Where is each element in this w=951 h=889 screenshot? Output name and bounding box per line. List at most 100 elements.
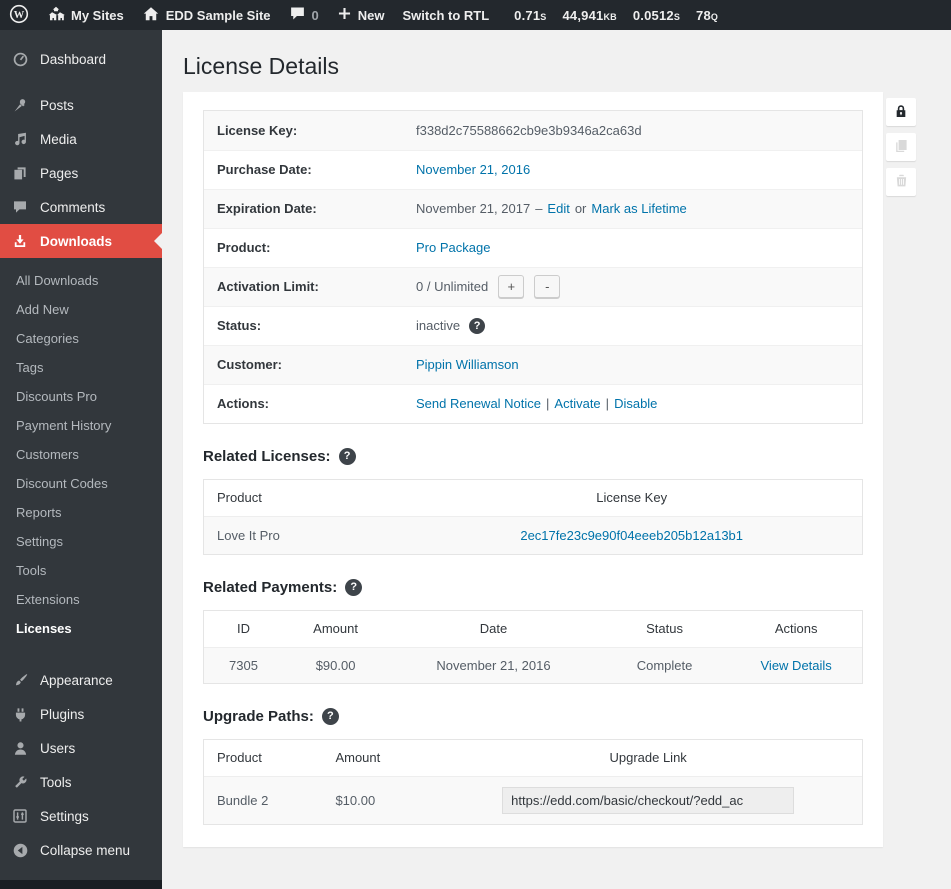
upgrade-product: Bundle 2 <box>204 793 322 808</box>
sidebar-item-label: Posts <box>40 98 74 113</box>
admin-bar: W My Sites EDD Sample Site 0 New Switch … <box>0 0 951 30</box>
settings-icon <box>10 806 30 826</box>
main-content: License Details License Key: f338d2c7558… <box>162 30 951 889</box>
product-link[interactable]: Pro Package <box>416 240 490 255</box>
send-renewal-notice-link[interactable]: Send Renewal Notice <box>416 396 541 411</box>
sidebar-item-downloads[interactable]: Downloads <box>0 224 162 258</box>
collapse-menu-button[interactable]: Collapse menu <box>0 833 162 867</box>
submenu-customers[interactable]: Customers <box>0 440 162 469</box>
related-license-key-link[interactable]: 2ec17fe23c9e90f04eeeb205b12a13b1 <box>520 528 743 543</box>
new-content-menu[interactable]: New <box>328 0 394 30</box>
site-name-menu[interactable]: EDD Sample Site <box>133 0 280 30</box>
upgrade-paths-help-icon[interactable]: ? <box>322 708 339 725</box>
submenu-tools[interactable]: Tools <box>0 556 162 585</box>
comments-menu[interactable]: 0 <box>280 0 328 30</box>
appearance-icon <box>10 670 30 690</box>
edit-expiration-link[interactable]: Edit <box>547 201 569 216</box>
submenu-settings[interactable]: Settings <box>0 527 162 556</box>
stat-memory: 44,941kb <box>554 8 624 23</box>
submenu-tags[interactable]: Tags <box>0 353 162 382</box>
status-value: inactive <box>416 318 460 333</box>
product-label: Product: <box>204 240 416 255</box>
sidebar-item-dashboard[interactable]: Dashboard <box>0 42 162 76</box>
column-header-status: Status <box>599 621 731 636</box>
page-title: License Details <box>183 52 951 82</box>
submenu-discount-codes[interactable]: Discount Codes <box>0 469 162 498</box>
stat-query-time: 0.0512s <box>625 8 688 23</box>
related-licenses-help-icon[interactable]: ? <box>339 448 356 465</box>
sidebar-item-tools[interactable]: Tools <box>0 765 162 799</box>
submenu-licenses[interactable]: Licenses <box>0 614 162 643</box>
mark-as-lifetime-link[interactable]: Mark as Lifetime <box>591 201 686 216</box>
dashboard-icon <box>10 49 30 69</box>
related-payments-heading: Related Payments: ? <box>203 579 863 596</box>
comment-bubble-icon <box>289 5 306 25</box>
license-key-row: License Key: f338d2c75588662cb9e3b9346a2… <box>204 111 862 150</box>
wordpress-logo-menu[interactable]: W <box>0 0 38 30</box>
actions-row: Actions: Send Renewal Notice | Activate … <box>204 384 862 423</box>
license-side-actions <box>886 98 916 196</box>
view-details-link[interactable]: View Details <box>761 658 832 673</box>
purchase-date-link[interactable]: November 21, 2016 <box>416 162 530 177</box>
submenu-discounts-pro[interactable]: Discounts Pro <box>0 382 162 411</box>
disable-link[interactable]: Disable <box>614 396 657 411</box>
submenu-reports[interactable]: Reports <box>0 498 162 527</box>
submenu-extensions[interactable]: Extensions <box>0 585 162 614</box>
license-detail-table: License Key: f338d2c75588662cb9e3b9346a2… <box>203 110 863 424</box>
submenu-payment-history[interactable]: Payment History <box>0 411 162 440</box>
site-name-label: EDD Sample Site <box>166 8 271 23</box>
sidebar-item-label: Tools <box>40 775 72 790</box>
payment-status: Complete <box>599 658 731 673</box>
sidebar-item-appearance[interactable]: Appearance <box>0 663 162 697</box>
or-text: or <box>575 201 587 216</box>
downloads-submenu: All Downloads Add New Categories Tags Di… <box>0 258 162 653</box>
increase-limit-button[interactable]: + <box>498 275 524 298</box>
debug-stats: 0.71s 44,941kb 0.0512s 78q <box>506 8 726 23</box>
switch-to-rtl-button[interactable]: Switch to RTL <box>393 0 498 30</box>
stat-query-count: 78q <box>688 8 726 23</box>
sidebar-item-posts[interactable]: Posts <box>0 88 162 122</box>
customer-link[interactable]: Pippin Williamson <box>416 357 519 372</box>
decrease-limit-button[interactable]: - <box>534 275 560 298</box>
sidebar-item-label: Dashboard <box>40 52 106 67</box>
lock-icon <box>893 103 909 122</box>
upgrade-paths-table: Product Amount Upgrade Link Bundle 2 $10… <box>203 739 863 825</box>
sidebar-item-plugins[interactable]: Plugins <box>0 697 162 731</box>
sidebar-item-label: Users <box>40 741 75 756</box>
pushpin-icon <box>10 95 30 115</box>
tools-icon <box>10 772 30 792</box>
related-payments-help-icon[interactable]: ? <box>345 579 362 596</box>
submenu-categories[interactable]: Categories <box>0 324 162 353</box>
submenu-add-new[interactable]: Add New <box>0 295 162 324</box>
related-licenses-table: Product License Key Love It Pro 2ec17fe2… <box>203 479 863 555</box>
trash-button[interactable] <box>886 168 916 196</box>
status-help-icon[interactable]: ? <box>469 318 485 334</box>
my-sites-menu[interactable]: My Sites <box>38 0 133 30</box>
related-payment-row: 7305 $90.00 November 21, 2016 Complete V… <box>204 647 862 683</box>
new-label: New <box>358 8 385 23</box>
sidebar-item-label: Pages <box>40 166 78 181</box>
related-license-row: Love It Pro 2ec17fe23c9e90f04eeeb205b12a… <box>204 516 862 554</box>
upgrade-link-input[interactable] <box>502 787 794 814</box>
expiration-date-value: November 21, 2017 <box>416 201 530 216</box>
copy-button[interactable] <box>886 133 916 161</box>
sidebar-item-settings[interactable]: Settings <box>0 799 162 833</box>
sidebar-item-label: Settings <box>40 809 89 824</box>
license-key-value: f338d2c75588662cb9e3b9346a2ca63d <box>416 123 642 138</box>
sidebar-item-users[interactable]: Users <box>0 731 162 765</box>
column-header-actions: Actions <box>730 621 862 636</box>
upgrade-paths-header-row: Product Amount Upgrade Link <box>204 740 862 776</box>
product-row: Product: Pro Package <box>204 228 862 267</box>
submenu-all-downloads[interactable]: All Downloads <box>0 266 162 295</box>
purchase-date-row: Purchase Date: November 21, 2016 <box>204 150 862 189</box>
sidebar-footer-strip <box>0 880 162 889</box>
downloads-icon <box>10 231 30 251</box>
sidebar-item-pages[interactable]: Pages <box>0 156 162 190</box>
sidebar-item-label: Appearance <box>40 673 113 688</box>
sidebar-item-label: Plugins <box>40 707 84 722</box>
customer-row: Customer: Pippin Williamson <box>204 345 862 384</box>
sidebar-item-media[interactable]: Media <box>0 122 162 156</box>
sidebar-item-comments[interactable]: Comments <box>0 190 162 224</box>
lock-button[interactable] <box>886 98 916 126</box>
activate-link[interactable]: Activate <box>554 396 600 411</box>
